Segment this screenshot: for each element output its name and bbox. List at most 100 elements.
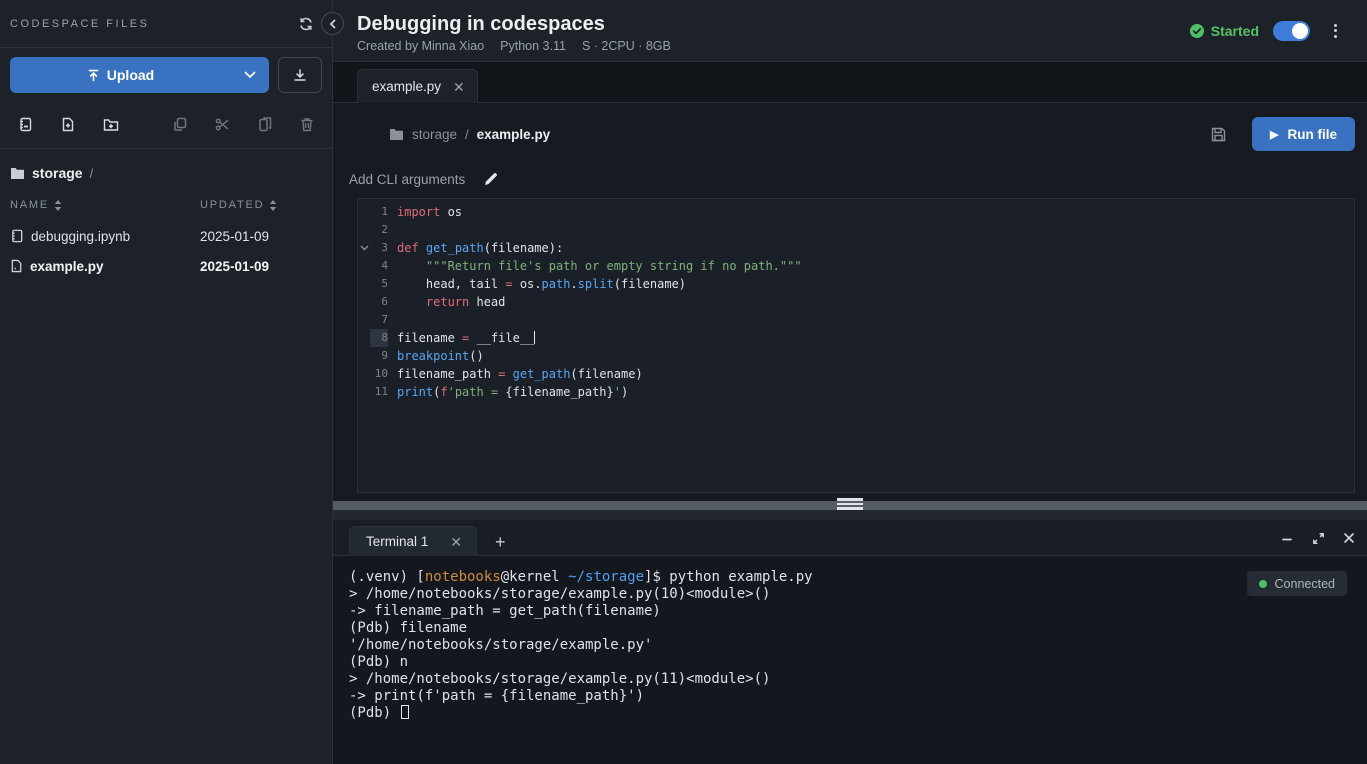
new-file-button[interactable]	[57, 113, 79, 136]
run-file-button[interactable]: ▶ Run file	[1252, 117, 1355, 151]
sidebar-header: CODESPACE FILES	[0, 0, 332, 48]
sidebar-breadcrumb: storage /	[10, 163, 322, 195]
file-browser: storage / NAME UPDATED debugging.ipynb 2…	[0, 149, 332, 764]
text-cursor	[534, 331, 535, 344]
upload-button[interactable]: Upload	[10, 57, 269, 93]
more-options-button[interactable]	[1324, 18, 1347, 44]
refresh-button[interactable]	[294, 12, 318, 36]
breadcrumb-file: example.py	[477, 127, 551, 142]
file-row-example.py[interactable]: example.py 2025-01-09	[10, 251, 322, 281]
cut-button[interactable]	[211, 113, 234, 136]
chevron-left-icon	[328, 19, 338, 29]
code-line-2: 2	[358, 221, 1354, 239]
pencil-icon	[484, 172, 498, 186]
terminal-output[interactable]: Connected (.venv) [notebooks@kernel ~/st…	[333, 556, 1367, 764]
upload-dropdown[interactable]	[231, 71, 269, 79]
code-line-11: 11 print(f'path = {filename_path}')	[358, 383, 1354, 401]
close-tab-icon[interactable]: ✕	[453, 80, 465, 94]
file-name: debugging.ipynb	[31, 229, 130, 244]
file-table-header: NAME UPDATED	[10, 195, 322, 221]
line-number: 4	[370, 257, 388, 275]
code-line-4: 4 """Return file's path or empty string …	[358, 257, 1354, 275]
save-file-button[interactable]	[1207, 123, 1230, 146]
created-by: Created by Minna Xiao	[357, 39, 484, 53]
file-updated: 2025-01-09	[200, 259, 322, 274]
terminal-line-1: (.venv) [notebooks@kernel ~/storage]$ py…	[349, 569, 1367, 586]
upload-row: Upload	[0, 48, 332, 103]
file-name: example.py	[30, 259, 104, 274]
line-number: 10	[370, 365, 388, 383]
code-line-10: 10 filename_path = get_path(filename)	[358, 365, 1354, 383]
new-terminal-button[interactable]: +	[495, 533, 506, 551]
close-terminal-icon[interactable]: ✕	[450, 535, 462, 549]
project-header: Debugging in codespaces Created by Minna…	[333, 0, 1367, 62]
line-number: 1	[370, 203, 388, 221]
code-line-5: 5 head, tail = os.path.split(filename)	[358, 275, 1354, 293]
cli-arguments-label: Add CLI arguments	[349, 172, 465, 187]
file-breadcrumb: storage / example.py	[389, 127, 1207, 142]
main-area: Debugging in codespaces Created by Minna…	[333, 0, 1367, 764]
terminal-line-2: > /home/notebooks/storage/example.py(10)…	[349, 586, 1367, 603]
paste-icon	[258, 117, 272, 132]
new-folder-button[interactable]	[99, 113, 123, 136]
machine-label: S · 2CPU · 8GB	[582, 39, 671, 53]
breadcrumb-folder[interactable]: storage	[412, 127, 457, 142]
line-number: 6	[370, 293, 388, 311]
copy-button[interactable]	[169, 113, 191, 136]
expand-terminal-button[interactable]	[1308, 528, 1329, 549]
fold-chevron-icon[interactable]	[358, 245, 370, 251]
line-number: 5	[370, 275, 388, 293]
terminal-line-7: > /home/notebooks/storage/example.py(11)…	[349, 671, 1367, 688]
machine-toggle[interactable]	[1273, 21, 1310, 41]
tab-example-py[interactable]: example.py ✕	[357, 69, 478, 103]
trash-icon	[300, 117, 314, 132]
new-notebook-button[interactable]	[14, 113, 37, 136]
tab-label: example.py	[372, 79, 441, 94]
folder-icon	[10, 167, 25, 180]
breadcrumb-separator: /	[90, 166, 94, 181]
terminal-line-9: (Pdb)	[349, 705, 1367, 722]
file-toolbar: storage / example.py ▶ Run file	[333, 103, 1367, 151]
terminal-line-5: '/home/notebooks/storage/example.py'	[349, 637, 1367, 654]
file-view: storage / example.py ▶ Run file Add CLI …	[333, 103, 1367, 501]
code-line-9: 9 breakpoint()	[358, 347, 1354, 365]
terminal-line-8: -> print(f'path = {filename_path}')	[349, 688, 1367, 705]
name-column-label: NAME	[10, 199, 49, 211]
file-row-debugging.ipynb[interactable]: debugging.ipynb 2025-01-09	[10, 221, 322, 251]
connection-status-badge: Connected	[1247, 571, 1347, 596]
toggle-knob	[1292, 23, 1308, 39]
scissors-icon	[215, 117, 230, 132]
terminal-line-3: -> filename_path = get_path(filename)	[349, 603, 1367, 620]
folder-icon	[389, 128, 404, 141]
edit-cli-button[interactable]	[480, 168, 502, 190]
breadcrumb-folder[interactable]: storage	[32, 165, 83, 181]
minimize-terminal-button[interactable]	[1276, 527, 1298, 549]
download-button[interactable]	[278, 57, 322, 93]
file-tabstrip: example.py ✕	[333, 62, 1367, 103]
delete-button[interactable]	[296, 113, 318, 136]
notebook-icon	[18, 117, 33, 132]
code-line-3: 3 def get_path(filename):	[358, 239, 1354, 257]
status-badge: Started	[1189, 23, 1259, 39]
code-editor[interactable]: 1 import os 2 3 def get_path(filename): …	[357, 198, 1355, 493]
line-number: 7	[370, 311, 388, 329]
sort-icon	[269, 200, 277, 211]
save-icon	[1211, 127, 1226, 142]
terminal-line-4: (Pdb) filename	[349, 620, 1367, 637]
updated-column-label: UPDATED	[200, 199, 264, 211]
paste-button[interactable]	[254, 113, 276, 136]
file-table-body: debugging.ipynb 2025-01-09 example.py 20…	[10, 221, 322, 281]
sort-by-name[interactable]: NAME	[10, 199, 200, 211]
sidebar-collapse-button[interactable]	[321, 12, 344, 35]
breadcrumb-separator: /	[465, 127, 469, 142]
sidebar-codespace-files: CODESPACE FILES Upload	[0, 0, 333, 764]
sort-by-updated[interactable]: UPDATED	[200, 199, 322, 211]
close-terminal-panel-button[interactable]	[1339, 528, 1359, 548]
tab-terminal-1[interactable]: Terminal 1 ✕	[349, 526, 477, 556]
panel-resize-handle[interactable]	[333, 501, 1367, 510]
upload-icon	[87, 69, 100, 82]
run-file-label: Run file	[1288, 127, 1338, 142]
code-line-8: 8 filename = __file__	[358, 329, 1354, 347]
file-plus-icon	[61, 117, 75, 132]
refresh-icon	[298, 16, 314, 32]
